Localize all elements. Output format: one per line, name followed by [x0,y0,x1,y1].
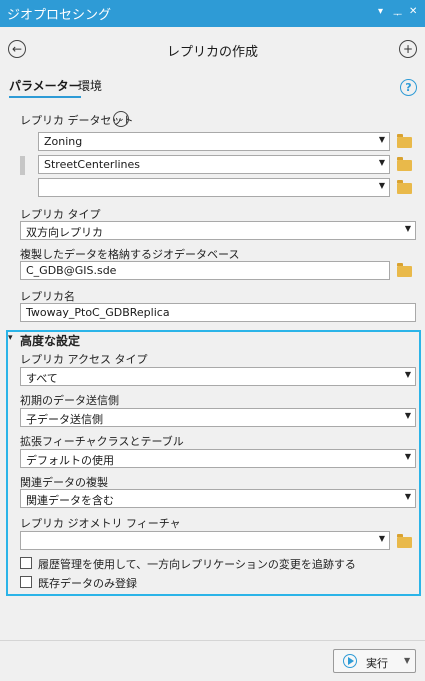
pin-icon[interactable]: ᅮ [393,6,402,21]
expand-feature-select[interactable]: デフォルトの使用 ▼ [20,449,416,468]
chevron-down-icon[interactable]: ▼ [404,656,410,665]
folder-icon[interactable] [397,263,412,277]
dropdown-arrow-icon: ▼ [404,411,411,420]
replica-name-label: レプリカ名 [20,290,75,303]
close-icon[interactable]: ✕ [409,6,417,17]
related-data-value: 関連データを含む [26,494,114,507]
initial-sender-select[interactable]: 子データ送信側 ▼ [20,408,416,427]
geodatabase-label: 複製したデータを格納するジオデータベース [20,248,240,261]
dropdown-arrow-icon: ▼ [404,492,411,501]
help-icon[interactable]: ? [400,79,417,96]
footer-divider [0,640,425,641]
replica-type-label: レプリカ タイプ [20,208,101,221]
geometry-feature-select[interactable]: ▼ [20,531,390,550]
track-changes-label: 履歴管理を使用して、一方向レプリケーションの変更を追跡する [38,558,356,571]
dataset-field-1[interactable]: Zoning ▼ [38,132,390,151]
access-type-select[interactable]: すべて ▼ [20,367,416,386]
folder-icon[interactable] [397,134,412,148]
replica-name-value: Twoway_PtoC_GDBReplica [26,306,170,319]
register-existing-checkbox[interactable] [20,576,32,588]
dropdown-arrow-icon: ▼ [378,135,385,144]
run-button[interactable]: 実行 ▼ [333,649,416,673]
dropdown-arrow-icon: ▼ [404,452,411,461]
dropdown-arrow-icon: ▼ [378,158,385,167]
dropdown-arrow-icon: ▼ [378,181,385,190]
dropdown-arrow-icon: ▼ [404,224,411,233]
chevron-down-icon[interactable]: ⌄ [113,111,129,127]
run-label: 実行 [366,657,388,670]
pane-titlebar: ジオプロセシング ▾ ᅮ ✕ [0,0,425,27]
initial-sender-value: 子データ送信側 [26,413,103,426]
dropdown-arrow-icon: ▼ [404,370,411,379]
geodatabase-field[interactable]: C_GDB@GIS.sde [20,261,390,280]
play-icon [343,654,357,668]
dataset-value: StreetCenterlines [44,158,141,171]
dataset-field-2[interactable]: StreetCenterlines ▼ [38,155,390,174]
expand-feature-label: 拡張フィーチャクラスとテーブル [20,435,184,448]
related-data-label: 関連データの複製 [20,476,108,489]
tool-title: レプリカの作成 [166,45,258,60]
plus-icon: + [402,42,414,56]
geometry-feature-label: レプリカ ジオメトリ フィーチャ [20,517,181,530]
dataset-value: Zoning [44,135,83,148]
tab-bar: パラメーター 環境 ? [0,71,425,101]
track-changes-checkbox[interactable] [20,557,32,569]
register-existing-label: 既存データのみ登録 [38,577,137,590]
access-type-value: すべて [26,372,58,385]
tab-parameters[interactable]: パラメーター [9,77,81,98]
pane-menu-icon[interactable]: ▾ [378,6,383,17]
tab-environments[interactable]: 環境 [78,77,102,94]
add-button[interactable]: + [399,40,417,58]
dataset-field-3[interactable]: ▼ [38,178,390,197]
pane-title: ジオプロセシング [7,8,112,23]
drag-handle[interactable] [20,156,25,175]
tool-header: ← レプリカの作成 + [0,27,425,71]
dropdown-arrow-icon: ▼ [378,534,385,543]
folder-icon[interactable] [397,157,412,171]
folder-icon[interactable] [397,180,412,194]
replica-type-value: 双方向レプリカ [26,226,103,239]
replica-type-select[interactable]: 双方向レプリカ ▼ [20,221,416,240]
advanced-settings-header[interactable]: 高度な設定 [20,332,80,349]
access-type-label: レプリカ アクセス タイプ [20,353,148,366]
collapse-chevron-icon[interactable]: ▾ [8,333,13,343]
replica-name-input[interactable]: Twoway_PtoC_GDBReplica [20,303,416,322]
geodatabase-value: C_GDB@GIS.sde [26,264,117,277]
related-data-select[interactable]: 関連データを含む ▼ [20,489,416,508]
expand-feature-value: デフォルトの使用 [26,454,114,467]
initial-sender-label: 初期のデータ送信側 [20,394,119,407]
folder-icon[interactable] [397,534,412,548]
